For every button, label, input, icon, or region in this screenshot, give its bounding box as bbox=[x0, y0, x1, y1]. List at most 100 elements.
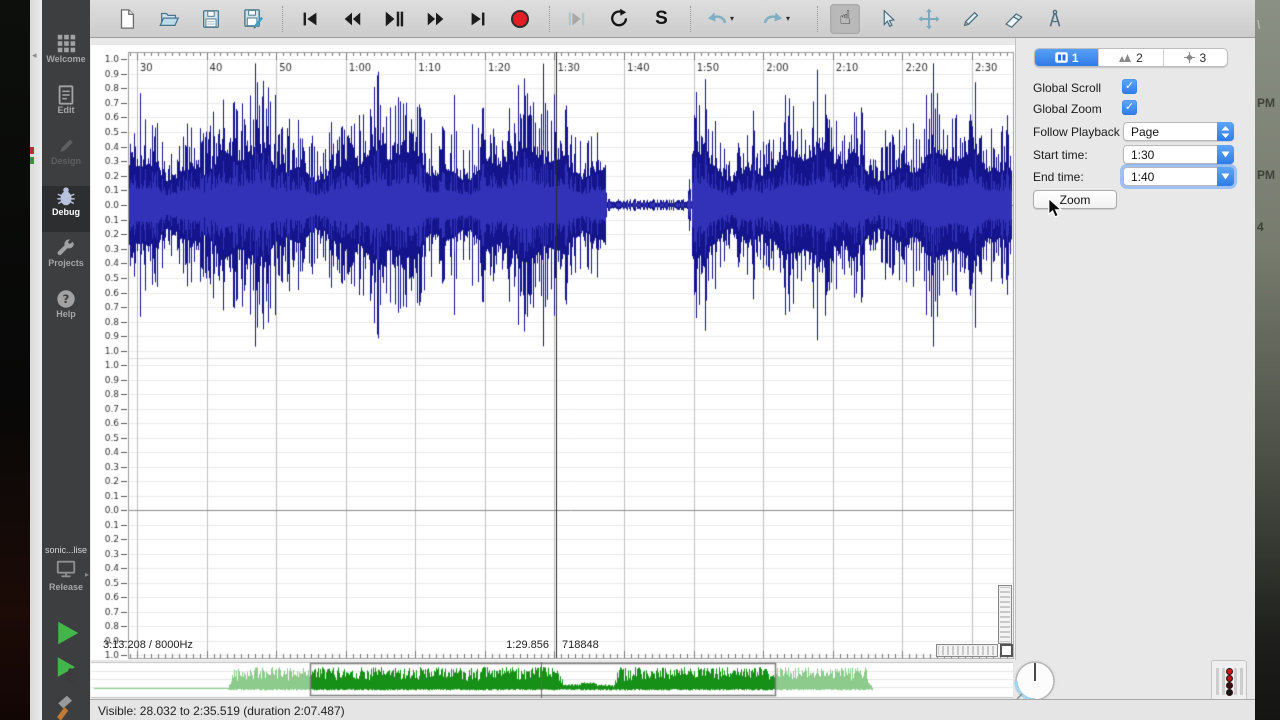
bars-icon bbox=[1054, 52, 1068, 63]
zoom-corner-box[interactable] bbox=[1000, 644, 1013, 657]
panel-tab-1[interactable]: 1 bbox=[1035, 49, 1100, 66]
panel-tab-3[interactable]: 3 bbox=[1164, 49, 1227, 66]
toolbar-separator bbox=[549, 5, 550, 32]
decoration-dot-red bbox=[30, 147, 34, 154]
follow-playback-label: Follow Playback bbox=[1033, 125, 1120, 139]
tab-label: 2 bbox=[1136, 50, 1143, 65]
start-time-label: Start time: bbox=[1033, 148, 1088, 162]
end-time-combobox[interactable]: 1:40 bbox=[1123, 167, 1234, 186]
move-tool-icon bbox=[918, 7, 940, 30]
select-tool-button[interactable] bbox=[872, 4, 902, 34]
global-scroll-checkbox[interactable]: ✓ bbox=[1122, 79, 1137, 94]
loop-icon bbox=[608, 8, 630, 30]
screen: ◂ Welcome Edit Design Debug Projects ? Help so… bbox=[0, 0, 1280, 720]
mode-label: Debug bbox=[52, 207, 80, 217]
eraser-tool-icon bbox=[1002, 8, 1024, 30]
hand-tool-icon: ☝ bbox=[839, 8, 851, 29]
project-name-label: sonic...lise bbox=[44, 545, 88, 555]
measure-tool-button[interactable] bbox=[1040, 4, 1070, 34]
follow-playback-select[interactable]: Page bbox=[1123, 122, 1234, 141]
record-button[interactable] bbox=[505, 4, 535, 34]
mouse-cursor bbox=[1048, 198, 1062, 218]
measure-tool-icon bbox=[1044, 8, 1066, 30]
meter-bar bbox=[1216, 668, 1219, 695]
play-pause-button[interactable] bbox=[379, 4, 409, 34]
open-file-icon bbox=[157, 8, 181, 30]
panel-tabs: 1 2 3 bbox=[1034, 48, 1228, 67]
skip-to-end-button[interactable] bbox=[463, 4, 493, 34]
horizontal-zoom-slider[interactable] bbox=[936, 644, 998, 657]
meter-bar bbox=[1240, 668, 1243, 695]
select-tool-icon bbox=[876, 8, 898, 30]
zoom-button[interactable]: Zoom bbox=[1033, 190, 1117, 209]
fast-forward-button[interactable] bbox=[421, 4, 451, 34]
dropdown-arrow-icon[interactable]: ▾ bbox=[730, 14, 734, 23]
status-bar: Visible: 28.032 to 2:35.519 (duration 2:… bbox=[90, 699, 1255, 720]
volume-knob[interactable] bbox=[1012, 658, 1059, 705]
global-zoom-checkbox[interactable]: ✓ bbox=[1122, 100, 1137, 115]
build-button[interactable] bbox=[52, 692, 82, 720]
led-dark bbox=[1226, 689, 1233, 696]
open-file-button[interactable] bbox=[154, 4, 184, 34]
diamond-icon bbox=[1184, 52, 1196, 63]
new-file-button[interactable] bbox=[112, 4, 142, 34]
redo-button[interactable]: ▾ bbox=[759, 4, 803, 34]
start-time-combobox[interactable]: 1:30 bbox=[1123, 145, 1234, 164]
skip-to-start-button[interactable] bbox=[295, 4, 325, 34]
play-to-end-button[interactable] bbox=[562, 4, 592, 34]
sidebar-mode-welcome[interactable]: Welcome bbox=[42, 33, 90, 79]
save-button[interactable] bbox=[196, 4, 226, 34]
undo-button[interactable]: ▾ bbox=[703, 4, 747, 34]
sidebar-mode-design[interactable]: Design bbox=[42, 135, 90, 181]
s-logo-button[interactable]: S bbox=[646, 4, 676, 34]
meter-bar bbox=[1234, 668, 1237, 695]
mode-sidebar: Welcome Edit Design Debug Projects ? Help soni… bbox=[42, 0, 90, 720]
wrench-icon bbox=[55, 237, 77, 259]
play-pause-icon bbox=[383, 8, 405, 30]
undo-icon bbox=[705, 7, 729, 31]
overview-canvas[interactable] bbox=[91, 662, 1013, 698]
kit-expand-arrow-icon: ▸ bbox=[84, 570, 89, 579]
tab-label: 3 bbox=[1199, 50, 1207, 65]
loop-button[interactable] bbox=[604, 4, 634, 34]
hand-tool-button[interactable]: ☝ bbox=[830, 3, 860, 34]
fast-forward-icon bbox=[425, 8, 447, 30]
move-tool-button[interactable] bbox=[914, 4, 944, 34]
eraser-tool-button[interactable] bbox=[998, 4, 1028, 34]
sidebar-mode-projects[interactable]: Projects bbox=[42, 237, 90, 283]
dropdown-arrow-icon[interactable]: ▾ bbox=[786, 14, 790, 23]
toolbar-separator bbox=[282, 5, 283, 32]
meter-widget bbox=[1211, 660, 1247, 701]
window-edge-strip: ◂ bbox=[30, 0, 42, 720]
mode-label: Design bbox=[50, 156, 81, 166]
mode-label: Help bbox=[56, 309, 76, 319]
panel-tab-2[interactable]: 2 bbox=[1099, 49, 1164, 66]
control-panel: 1 2 3 Global Scroll ✓ Global Zoom ✓ Follow… bbox=[1015, 38, 1255, 660]
follow-playback-value: Page bbox=[1131, 125, 1160, 139]
rewind-button[interactable] bbox=[337, 4, 367, 34]
bug-icon bbox=[55, 186, 77, 208]
sidebar-mode-debug[interactable]: Debug bbox=[42, 186, 90, 232]
vertical-zoom-slider[interactable] bbox=[998, 585, 1012, 644]
desktop-edge-left bbox=[0, 0, 30, 720]
led-dark bbox=[1226, 682, 1233, 689]
pencil-icon bbox=[55, 135, 77, 157]
debug-run-button[interactable] bbox=[52, 655, 82, 685]
cursor-sample-label: 718848 bbox=[562, 639, 599, 651]
pencil-tool-icon bbox=[960, 8, 982, 30]
kit-selector[interactable]: ▸ Release bbox=[42, 558, 90, 592]
run-button[interactable] bbox=[52, 618, 82, 648]
sidebar-mode-edit[interactable]: Edit bbox=[42, 84, 90, 130]
redo-icon bbox=[761, 7, 785, 31]
save-as-button[interactable] bbox=[238, 4, 268, 34]
sidebar-mode-help[interactable]: ? Help bbox=[42, 288, 90, 334]
waveform-canvas[interactable] bbox=[91, 45, 1015, 660]
s-logo-icon: S bbox=[655, 7, 668, 29]
collapse-chevron-icon[interactable]: ◂ bbox=[32, 50, 37, 61]
kit-label: Release bbox=[48, 582, 84, 592]
mode-label: Projects bbox=[48, 258, 84, 268]
new-file-icon bbox=[116, 8, 138, 30]
decoration-dot-green bbox=[30, 157, 34, 164]
tab-label: 1 bbox=[1071, 50, 1079, 65]
pencil-tool-button[interactable] bbox=[956, 4, 986, 34]
